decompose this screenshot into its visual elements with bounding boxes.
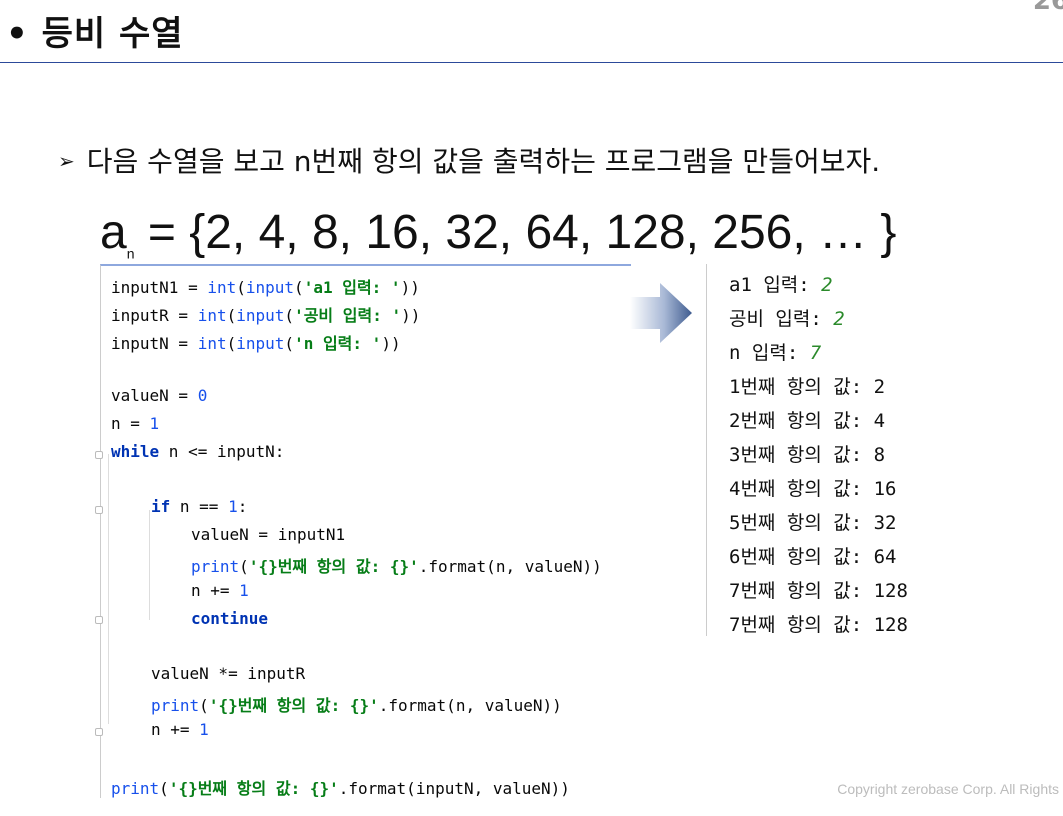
code-line: valueN *= inputR — [151, 664, 306, 683]
prompt-line: 공비 입력: 2 — [729, 308, 845, 330]
indent-guide — [149, 510, 150, 620]
code-line: print('{}번째 항의 값: {}'.format(n, valueN)) — [151, 696, 562, 715]
slide-title: • 등비 수열 — [6, 14, 184, 54]
output-line: 4번째 항의 값: 16 — [729, 478, 897, 500]
bullet-arrow-icon: ➢ — [58, 149, 75, 173]
output-line: 3번째 항의 값: 8 — [729, 444, 886, 466]
output-line: 1번째 항의 값: 2 — [729, 376, 886, 398]
code-line: n += 1 — [151, 720, 209, 739]
code-line: inputN = int(input('n 입력: ')) — [111, 334, 401, 353]
sequence-formula: an = {2, 4, 8, 16, 32, 64, 128, 256, … } — [100, 205, 896, 262]
formula-variable: a — [100, 206, 127, 259]
instruction: ➢ 다음 수열을 보고 n번째 항의 값을 출력하는 프로그램을 만들어보자. — [58, 140, 880, 180]
indent-guide — [108, 454, 109, 724]
page-number: 26 — [1032, 0, 1063, 16]
formula-values: = {2, 4, 8, 16, 32, 64, 128, 256, … } — [134, 206, 897, 259]
right-arrow-icon — [630, 283, 692, 343]
instruction-text: 다음 수열을 보고 n번째 항의 값을 출력하는 프로그램을 만들어보자. — [86, 145, 881, 178]
formula-subscript: n — [126, 245, 135, 262]
code-line: valueN = 0 — [111, 386, 208, 405]
code-line: if n == 1: — [151, 497, 248, 516]
fold-marker-icon[interactable] — [95, 506, 103, 514]
code-line: n += 1 — [191, 581, 249, 600]
code-line: continue — [191, 609, 269, 628]
fold-marker-icon[interactable] — [95, 451, 103, 459]
code-editor: inputN1 = int(input('a1 입력: ')) inputR =… — [95, 264, 631, 798]
output-line: 2번째 항의 값: 4 — [729, 410, 886, 432]
fold-marker-icon[interactable] — [95, 728, 103, 736]
code-line: print('{}번째 항의 값: {}'.format(n, valueN)) — [191, 557, 602, 576]
code-line: print('{}번째 항의 값: {}'.format(inputN, val… — [111, 779, 570, 798]
output-line: 7번째 항의 값: 128 — [729, 580, 908, 602]
fold-marker-icon[interactable] — [95, 616, 103, 624]
code-line: while n <= inputN: — [111, 442, 285, 461]
copyright-text: Copyright zerobase Corp. All Rights — [837, 781, 1059, 797]
output-line: 7번째 항의 값: 128 — [729, 614, 908, 636]
output-line: 6번째 항의 값: 64 — [729, 546, 897, 568]
output-line: 5번째 항의 값: 32 — [729, 512, 897, 534]
code-line: n = 1 — [111, 414, 160, 433]
prompt-line: n 입력: 7 — [729, 342, 822, 364]
code-line: inputN1 = int(input('a1 입력: ')) — [111, 278, 420, 297]
title-divider — [0, 62, 1063, 63]
code-line: inputR = int(input('공비 입력: ')) — [111, 306, 421, 325]
prompt-line: a1 입력: 2 — [729, 274, 833, 296]
console-output: a1 입력: 2 공비 입력: 2 n 입력: 7 1번째 항의 값: 2 2번… — [706, 264, 1063, 636]
code-line: valueN = inputN1 — [191, 525, 346, 544]
